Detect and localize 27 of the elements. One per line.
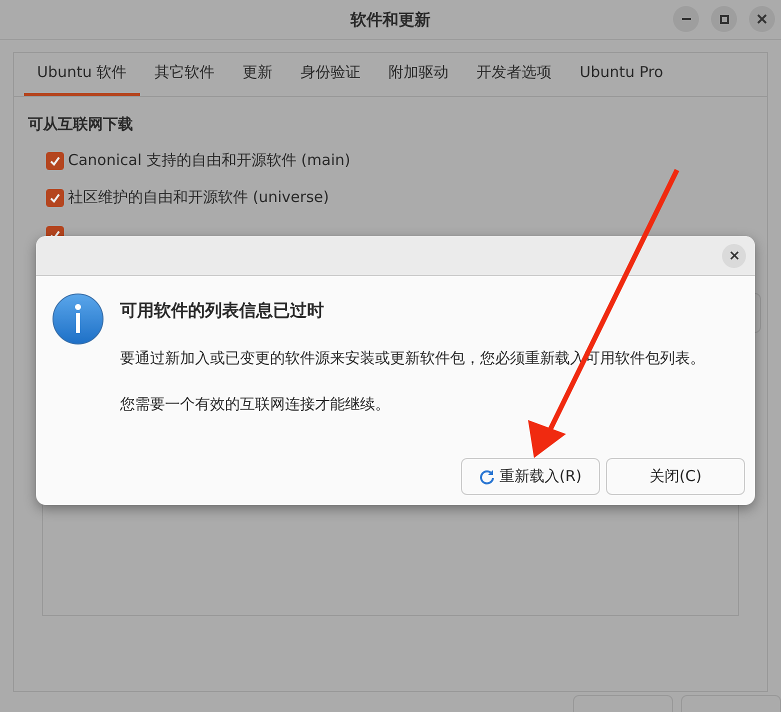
window-title: 软件和更新 bbox=[350, 8, 430, 30]
refresh-icon bbox=[479, 468, 496, 484]
section-heading: 可从互联网下载 bbox=[28, 114, 134, 135]
reload-button[interactable]: 重新载入(R) bbox=[461, 458, 600, 495]
checkmark-icon bbox=[49, 192, 61, 204]
tab[interactable]: Ubuntu 软件 bbox=[24, 52, 140, 96]
tab[interactable]: 附加驱动 bbox=[376, 52, 462, 96]
info-icon bbox=[52, 293, 104, 345]
tab[interactable]: 更新 bbox=[230, 52, 286, 96]
checkmark-icon bbox=[49, 154, 61, 166]
close-icon bbox=[757, 14, 767, 24]
close-icon bbox=[730, 251, 738, 260]
tab[interactable]: 其它软件 bbox=[142, 52, 228, 96]
checkbox[interactable] bbox=[46, 152, 64, 170]
close-button[interactable] bbox=[749, 6, 775, 32]
close-dialog-button[interactable]: 关闭(C) bbox=[606, 458, 745, 495]
tab[interactable]: 身份验证 bbox=[288, 52, 374, 96]
dialog-message: 您需要一个有效的互联网连接才能继续。 bbox=[120, 394, 391, 414]
minimize-button[interactable] bbox=[673, 6, 699, 32]
maximize-button[interactable] bbox=[711, 6, 737, 32]
tab[interactable]: Ubuntu Pro bbox=[566, 52, 676, 96]
dialog-title: 可用软件的列表信息已过时 bbox=[120, 300, 325, 323]
close-button[interactable] bbox=[722, 244, 746, 268]
option-label: Canonical 支持的自由和开源软件 (main) bbox=[68, 150, 350, 172]
checkbox[interactable] bbox=[46, 188, 64, 206]
option-label: 社区维护的自由和开源软件 (universe) bbox=[68, 187, 329, 208]
tab[interactable]: 开发者选项 bbox=[464, 52, 565, 96]
